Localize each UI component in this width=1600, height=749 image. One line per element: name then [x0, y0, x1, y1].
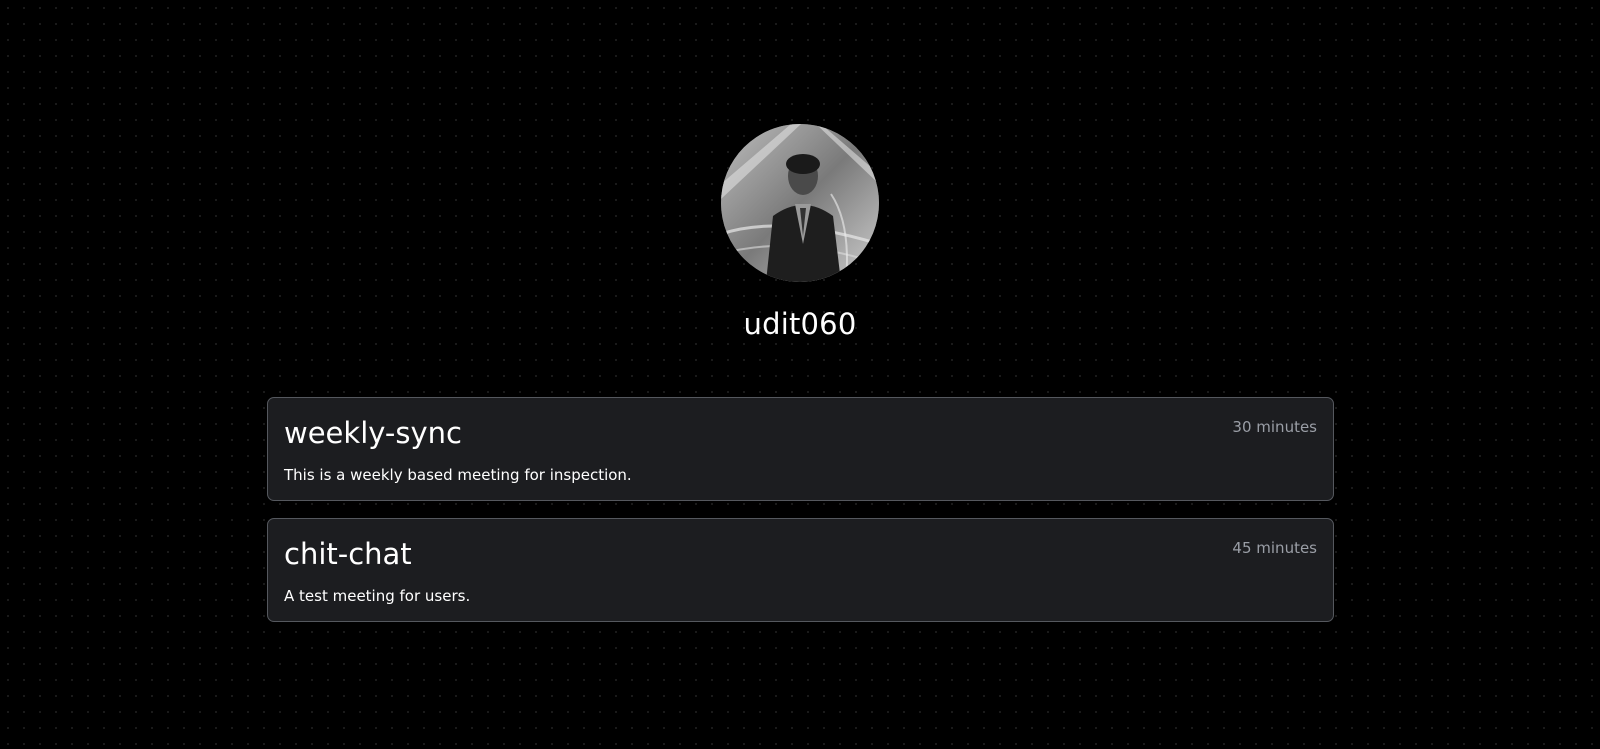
- profile-page: udit060 weekly-sync 30 minutes This is a…: [0, 0, 1600, 749]
- event-duration: 30 minutes: [1232, 418, 1317, 436]
- event-duration: 45 minutes: [1232, 539, 1317, 557]
- event-card-weekly-sync[interactable]: weekly-sync 30 minutes This is a weekly …: [267, 397, 1334, 501]
- event-list: weekly-sync 30 minutes This is a weekly …: [267, 397, 1334, 639]
- avatar: [721, 124, 879, 282]
- profile-header: udit060: [0, 124, 1600, 342]
- event-card-chit-chat[interactable]: chit-chat 45 minutes A test meeting for …: [267, 518, 1334, 622]
- event-title: weekly-sync: [284, 416, 462, 450]
- event-description: This is a weekly based meeting for inspe…: [284, 466, 632, 484]
- event-title: chit-chat: [284, 537, 412, 571]
- avatar-photo-icon: [721, 124, 879, 282]
- username: udit060: [743, 307, 857, 341]
- event-description: A test meeting for users.: [284, 587, 471, 605]
